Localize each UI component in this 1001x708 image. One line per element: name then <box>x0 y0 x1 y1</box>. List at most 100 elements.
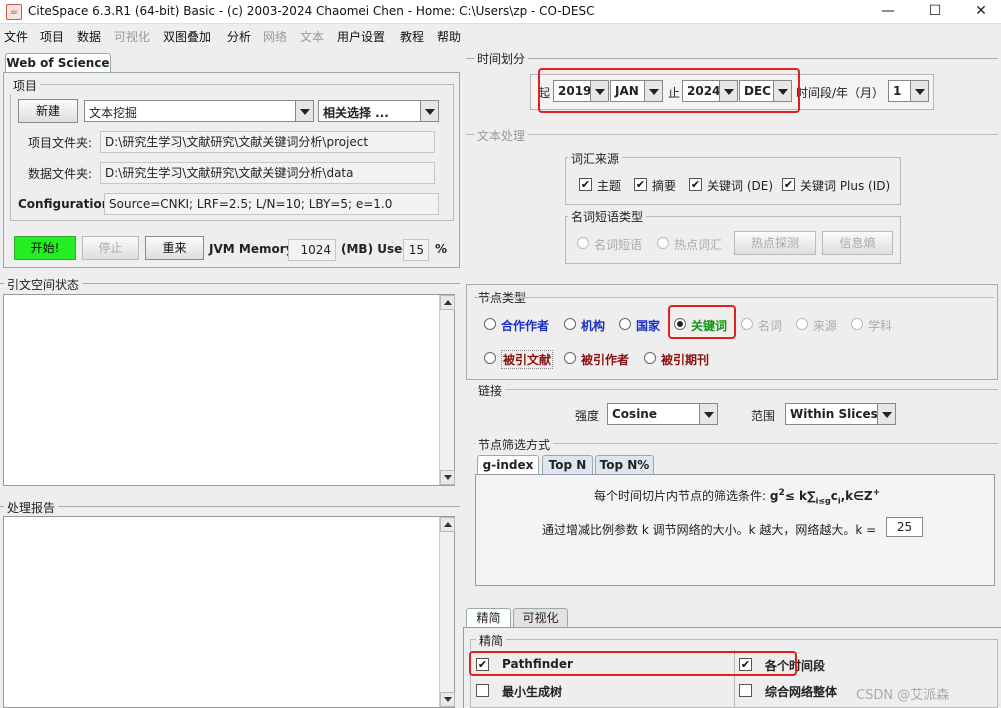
scroll-up-icon[interactable] <box>440 517 455 532</box>
node-category-radio[interactable] <box>851 318 863 330</box>
scope-select[interactable]: Within Slices <box>785 403 896 425</box>
k-value-input[interactable]: 25 <box>886 517 923 537</box>
minimize-button[interactable]: — <box>865 0 911 24</box>
selection-legend: 节点筛选方式 <box>475 436 554 453</box>
formula-tail: ,k∈Z <box>840 489 873 503</box>
tab-visualization[interactable]: 可视化 <box>513 608 568 627</box>
source-abstract-checkbox[interactable]: ✔ <box>634 178 647 191</box>
node-institution-label: 机构 <box>581 319 606 333</box>
scroll-down-icon[interactable] <box>440 692 455 707</box>
from-year-select[interactable]: 2019 <box>553 80 609 102</box>
menu-tutorial[interactable]: 教程 <box>400 28 424 45</box>
formula-subscript: i≤g <box>815 496 831 506</box>
data-dir-label: 数据文件夹: <box>28 167 93 181</box>
chevron-down-icon <box>590 81 608 101</box>
project-dir-field[interactable]: D:\研究生学习\文献研究\文献关键词分析\project <box>100 131 435 153</box>
related-select[interactable]: 相关选择 ... <box>318 100 439 122</box>
prune-merged-checkbox[interactable] <box>739 684 752 697</box>
source-de-label: 关键词 (DE) <box>707 179 774 193</box>
citation-status-scrollbar[interactable] <box>439 295 455 485</box>
jvm-memory-label: JVM Memory <box>209 242 294 256</box>
node-cited-reference-radio[interactable] <box>484 352 496 364</box>
chevron-down-icon <box>719 81 737 101</box>
node-source-radio[interactable] <box>796 318 808 330</box>
prune-per-slice-checkbox[interactable]: ✔ <box>739 658 752 671</box>
chevron-down-icon <box>699 404 717 424</box>
stop-button[interactable]: 停止 <box>82 236 139 260</box>
menu-project[interactable]: 项目 <box>40 28 64 45</box>
tab-top-n[interactable]: Top N <box>542 455 593 474</box>
process-report-scrollbar[interactable] <box>439 517 455 707</box>
g-index-formula: 每个时间切片内节点的筛选条件: g2≤ k∑i≤gci,k∈Z+ <box>594 487 880 505</box>
node-coauthor-radio[interactable] <box>484 318 496 330</box>
slice-length-select[interactable]: 1 <box>888 80 929 102</box>
node-keyword-radio[interactable] <box>674 318 686 330</box>
chevron-down-icon <box>877 404 895 424</box>
to-month-select[interactable]: DEC <box>739 80 792 102</box>
menu-visualization[interactable]: 可视化 <box>114 28 150 45</box>
node-term-radio[interactable] <box>741 318 753 330</box>
time-slicing-legend: 时间划分 <box>474 50 529 67</box>
menu-text[interactable]: 文本 <box>300 28 324 45</box>
pruning-divider <box>734 650 735 708</box>
node-keyword-label: 关键词 <box>691 319 728 333</box>
scroll-up-icon[interactable] <box>440 295 455 310</box>
tab-g-index[interactable]: g-index <box>477 455 539 474</box>
node-cited-author-radio[interactable] <box>564 352 576 364</box>
term-source-legend: 词汇来源 <box>568 150 623 167</box>
entropy-button[interactable]: 信息熵 <box>822 231 893 255</box>
slice-length-label: 时间段/年（月） <box>796 86 885 100</box>
citation-status-legend: 引文空间状态 <box>4 276 83 293</box>
strength-select[interactable]: Cosine <box>607 403 718 425</box>
jvm-memory-value: 1024 <box>288 239 336 261</box>
pathfinder-checkbox[interactable]: ✔ <box>476 658 489 671</box>
menu-bar: 文件 项目 数据 可视化 双图叠加 分析 网络 文本 用户设置 教程 帮助 <box>0 24 1001 46</box>
menu-dual-map[interactable]: 双图叠加 <box>163 28 211 45</box>
mst-checkbox[interactable] <box>476 684 489 697</box>
menu-analysis[interactable]: 分析 <box>227 28 251 45</box>
source-id-label: 关键词 Plus (ID) <box>800 179 891 193</box>
burst-term-radio[interactable] <box>657 237 669 249</box>
tab-web-of-science[interactable]: Web of Science <box>5 53 111 72</box>
source-title-checkbox[interactable]: ✔ <box>579 178 592 191</box>
menu-help[interactable]: 帮助 <box>437 28 461 45</box>
source-id-checkbox[interactable]: ✔ <box>782 178 795 191</box>
source-de-checkbox[interactable]: ✔ <box>689 178 702 191</box>
text-processing-legend: 文本处理 <box>474 127 529 144</box>
scroll-down-icon[interactable] <box>440 470 455 485</box>
new-project-button[interactable]: 新建 <box>18 99 78 123</box>
menu-user-settings[interactable]: 用户设置 <box>337 28 385 45</box>
noun-phrase-label: 名词短语 <box>594 238 643 252</box>
menu-network[interactable]: 网络 <box>263 28 287 45</box>
used-label: (MB) Used <box>341 242 411 256</box>
tab-pruning[interactable]: 精简 <box>466 608 511 627</box>
noun-phrase-radio[interactable] <box>577 237 589 249</box>
node-cited-journal-radio[interactable] <box>644 352 656 364</box>
mst-label: 最小生成树 <box>502 685 563 699</box>
node-country-radio[interactable] <box>619 318 631 330</box>
menu-data[interactable]: 数据 <box>77 28 101 45</box>
process-report-separator <box>0 506 460 507</box>
start-button[interactable]: 开始! <box>14 236 76 260</box>
to-label: 止 <box>668 86 681 100</box>
prune-merged-label: 综合网络整体 <box>765 685 838 699</box>
project-select[interactable]: 文本挖掘 <box>84 100 314 122</box>
maximize-button[interactable]: ☐ <box>912 0 958 24</box>
node-term-label: 名词 <box>758 319 783 333</box>
data-dir-field[interactable]: D:\研究生学习\文献研究\文献关键词分析\data <box>100 162 435 184</box>
to-year-select[interactable]: 2024 <box>682 80 738 102</box>
close-button[interactable]: ✕ <box>958 0 1001 24</box>
k-description: 通过增减比例参数 k 调节网络的大小。k 越大，网络越大。k = <box>542 523 877 537</box>
from-month-select[interactable]: JAN <box>610 80 663 102</box>
reset-button[interactable]: 重来 <box>145 236 204 260</box>
chevron-down-icon <box>420 101 438 121</box>
title-bar: ☕ CiteSpace 6.3.R1 (64-bit) Basic - (c) … <box>0 0 1001 24</box>
project-dir-label: 项目文件夹: <box>28 136 93 150</box>
burst-detect-button[interactable]: 热点探测 <box>734 231 816 255</box>
process-report-area[interactable] <box>3 516 455 708</box>
menu-file[interactable]: 文件 <box>4 28 28 45</box>
node-institution-radio[interactable] <box>564 318 576 330</box>
tab-top-n-percent[interactable]: Top N% <box>595 455 654 474</box>
burst-term-label: 热点词汇 <box>674 238 723 252</box>
citation-status-area[interactable] <box>3 294 455 486</box>
